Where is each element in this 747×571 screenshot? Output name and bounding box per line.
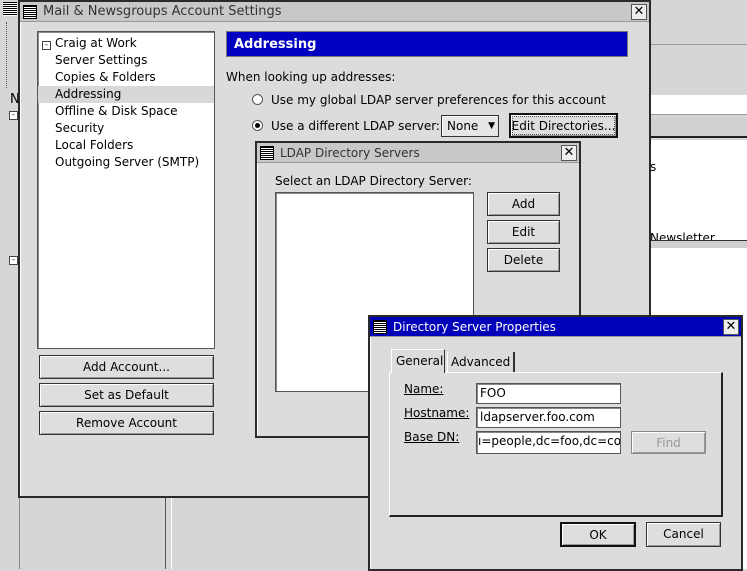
- title-bar[interactable]: Mail & Newsgroups Account Settings ✕: [20, 2, 649, 22]
- find-button[interactable]: Find: [631, 431, 706, 454]
- window-title: Directory Server Properties: [393, 319, 556, 334]
- edit-directories-button[interactable]: Edit Directories...: [509, 113, 618, 138]
- edit-button[interactable]: Edit: [487, 220, 560, 244]
- tree-item-security[interactable]: Security: [38, 120, 214, 137]
- tree-item-server-settings[interactable]: Server Settings: [38, 52, 214, 69]
- radio-global-ldap[interactable]: Use my global LDAP server preferences fo…: [252, 93, 606, 107]
- window-title: LDAP Directory Servers: [280, 145, 420, 160]
- dropdown-arrow-icon: ▼: [488, 121, 495, 131]
- radio-different-ldap[interactable]: Use a different LDAP server:: [252, 119, 440, 133]
- name-label: Name:: [404, 382, 444, 396]
- ok-button[interactable]: OK: [560, 522, 636, 547]
- window-menu-icon[interactable]: [260, 145, 274, 160]
- name-input[interactable]: FOO: [476, 383, 621, 404]
- background-list[interactable]: s Newsletter: [650, 140, 747, 240]
- add-account-button[interactable]: Add Account...: [39, 355, 214, 379]
- set-default-button[interactable]: Set as Default: [39, 383, 214, 407]
- title-bar[interactable]: Directory Server Properties ✕: [370, 317, 741, 337]
- tree-item-smtp[interactable]: Outgoing Server (SMTP): [38, 154, 214, 171]
- close-icon[interactable]: ✕: [631, 4, 647, 20]
- remove-account-button[interactable]: Remove Account: [39, 411, 214, 435]
- window-menu-icon[interactable]: [23, 4, 37, 19]
- radio-button[interactable]: [252, 120, 263, 131]
- tree-account[interactable]: - Craig at Work: [38, 35, 214, 52]
- delete-button[interactable]: Delete: [487, 248, 560, 272]
- tree-item-copies-folders[interactable]: Copies & Folders: [38, 69, 214, 86]
- tab-general[interactable]: General: [391, 349, 445, 373]
- add-button[interactable]: Add: [487, 192, 560, 216]
- collapse-icon[interactable]: -: [42, 41, 51, 50]
- basedn-label: Base DN:: [404, 430, 460, 444]
- cancel-button[interactable]: Cancel: [646, 522, 721, 547]
- collapse-icon[interactable]: -: [9, 111, 18, 120]
- select-label: Select an LDAP Directory Server:: [275, 174, 472, 188]
- background-input[interactable]: [650, 95, 747, 115]
- ldap-server-select[interactable]: None ▼: [441, 115, 499, 137]
- lookup-prompt: When looking up addresses:: [226, 70, 396, 84]
- basedn-input[interactable]: ı=people,dc=foo,dc=com: [476, 431, 621, 454]
- panel-header: Addressing: [226, 31, 628, 57]
- tab-advanced[interactable]: Advanced: [447, 352, 515, 372]
- directory-server-properties-dialog: Directory Server Properties ✕ General Ad…: [368, 315, 743, 571]
- tree-item-offline[interactable]: Offline & Disk Space: [38, 103, 214, 120]
- tree-item-local-folders[interactable]: Local Folders: [38, 137, 214, 154]
- window-title: Mail & Newsgroups Account Settings: [43, 4, 282, 19]
- hostname-input[interactable]: ldapserver.foo.com: [476, 407, 621, 428]
- hostname-label: Hostname:: [404, 406, 470, 420]
- close-icon[interactable]: ✕: [723, 319, 739, 335]
- background-divider: [165, 497, 172, 569]
- menu-icon: [3, 2, 17, 16]
- background-window-left: N - -: [0, 0, 20, 569]
- collapse-icon[interactable]: -: [9, 256, 18, 265]
- close-icon[interactable]: ✕: [561, 145, 577, 161]
- window-menu-icon[interactable]: [373, 319, 387, 334]
- radio-button[interactable]: [252, 94, 263, 105]
- title-bar[interactable]: LDAP Directory Servers ✕: [257, 143, 579, 163]
- account-tree[interactable]: - Craig at Work Server Settings Copies & …: [37, 31, 215, 349]
- toolbar-grip[interactable]: [6, 22, 14, 88]
- list-item[interactable]: Newsletter: [650, 231, 715, 240]
- tree-item-addressing[interactable]: Addressing: [38, 86, 214, 103]
